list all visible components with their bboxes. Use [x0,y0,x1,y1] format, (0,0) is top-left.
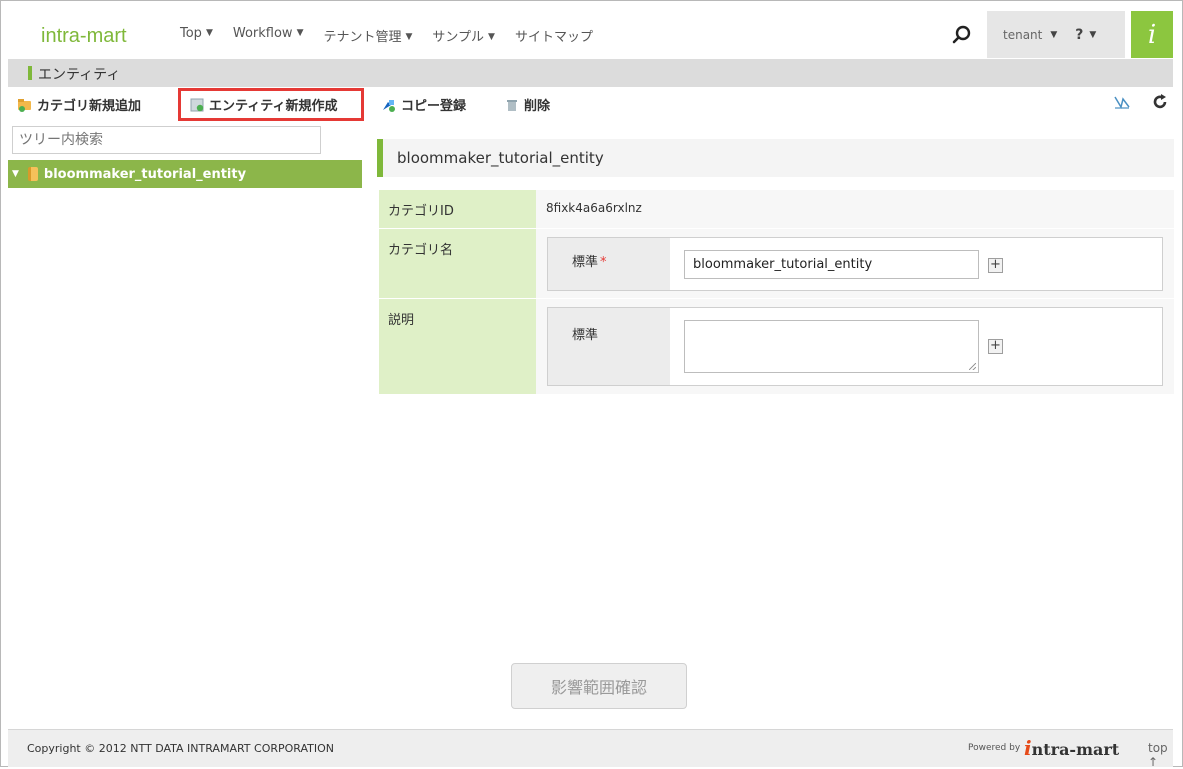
impact-check-button[interactable]: 影響範囲確認 [511,663,687,709]
nav-tenant-admin[interactable]: テナント管理 ▼ [323,26,412,45]
intra-mart-footer-logo: intra-mart [1024,736,1119,760]
nav-top-label: Top [180,26,202,41]
nav-sample[interactable]: サンプル ▼ [432,26,495,45]
entity-heading: bloommaker_tutorial_entity [377,139,1174,177]
nav-top[interactable]: Top ▼ [180,26,213,45]
lang-label-standard: 標準 [548,308,670,385]
category-name-lang-panel: 標準* + [547,237,1163,291]
chevron-down-icon: ▼ [1050,29,1058,40]
entity-heading-text: bloommaker_tutorial_entity [397,149,604,167]
required-mark: * [600,255,607,270]
description-label: 説明 [379,299,536,394]
description-lang-panel: 標準 + [547,307,1163,386]
toolbar: カテゴリ新規追加 エンティティ新規作成 コピー登録 削除 [8,88,1173,121]
global-header: intra-mart Top ▼ Workflow ▼ テナント管理 ▼ サンプル ▼ … [8,11,1173,58]
page-title: エンティティ [38,67,121,83]
search-icon [952,25,971,43]
category-name-input[interactable] [684,250,979,279]
powered-by-text: Powered by [968,743,1021,753]
app-logo[interactable]: intra-mart [41,25,127,48]
global-nav: Top ▼ Workflow ▼ テナント管理 ▼ サンプル ▼ サイトマップ [180,26,613,45]
add-locale-button[interactable]: + [988,258,1003,273]
chevron-down-icon: ▼ [405,32,413,42]
category-id-value: 8fixk4a6a6rxlnz [536,190,1174,228]
tree-item-label: bloommaker_tutorial_entity [43,166,247,182]
copy-register-label: コピー登録 [401,99,467,114]
user-name: tenant [1003,27,1043,42]
tree-search-input[interactable] [12,126,321,154]
add-category-label: カテゴリ新規追加 [37,99,142,114]
lang-label-text: 標準 [572,255,599,270]
footer-logo-i: i [1024,736,1032,760]
back-to-top-link[interactable]: top ↑ [1148,741,1173,769]
highlight-annotation [178,88,364,121]
resize-grip-icon[interactable] [969,363,976,370]
brand-logo-icon: i [1147,19,1157,50]
description-value-area: 標準 + [536,299,1174,394]
category-id-row: カテゴリID 8fixk4a6a6rxlnz [379,190,1174,228]
add-category-button[interactable]: カテゴリ新規追加 [18,95,141,114]
folder-add-icon [18,98,31,112]
category-name-value-area: 標準* + [536,229,1174,298]
nav-workflow[interactable]: Workflow ▼ [233,26,304,45]
nav-sample-label: サンプル [432,30,485,45]
refresh-icon[interactable] [1152,93,1168,111]
chevron-down-icon: ▼ [1089,29,1097,40]
description-row: 説明 標準 + [379,299,1174,394]
brand-logo-button[interactable]: i [1131,11,1173,58]
lang-label-standard: 標準 * [548,238,670,290]
category-name-label: カテゴリ名 [379,229,536,298]
trash-icon [507,99,517,111]
copy-icon [383,99,395,112]
copyright-text: Copyright © 2012 NTT DATA INTRAMART CORP… [27,742,335,755]
page-title-bar: エンティティ [8,59,1173,87]
delete-label: 削除 [524,99,551,114]
search-button[interactable] [937,11,987,58]
delete-button[interactable]: 削除 [505,95,550,114]
category-id-label: カテゴリID [379,190,536,228]
diagram-icon[interactable] [1113,93,1131,111]
title-accent-mark [28,66,32,80]
expand-arrow-icon[interactable]: ▼ [12,169,19,179]
nav-sitemap[interactable]: サイトマップ [515,26,593,45]
chevron-down-icon: ▼ [296,28,304,38]
footer: Copyright © 2012 NTT DATA INTRAMART CORP… [8,729,1173,769]
nav-sitemap-label: サイトマップ [514,30,593,45]
nav-workflow-label: Workflow [232,26,293,41]
nav-tenant-admin-label: テナント管理 [323,30,402,45]
footer-logo-text: ntra-mart [1031,740,1120,759]
user-menu[interactable]: tenant ▼ ? ▼ [987,11,1125,58]
help-menu[interactable]: ? [1075,27,1083,43]
add-locale-button[interactable]: + [988,339,1003,354]
category-name-row: カテゴリ名 標準* + [379,229,1174,298]
chevron-down-icon: ▼ [205,28,213,38]
folder-icon [27,167,38,181]
tree-item-entity-category[interactable]: ▼ bloommaker_tutorial_entity [8,160,362,188]
copy-register-button[interactable]: コピー登録 [382,95,466,114]
chevron-down-icon: ▼ [488,32,495,42]
description-textarea[interactable] [684,320,979,373]
